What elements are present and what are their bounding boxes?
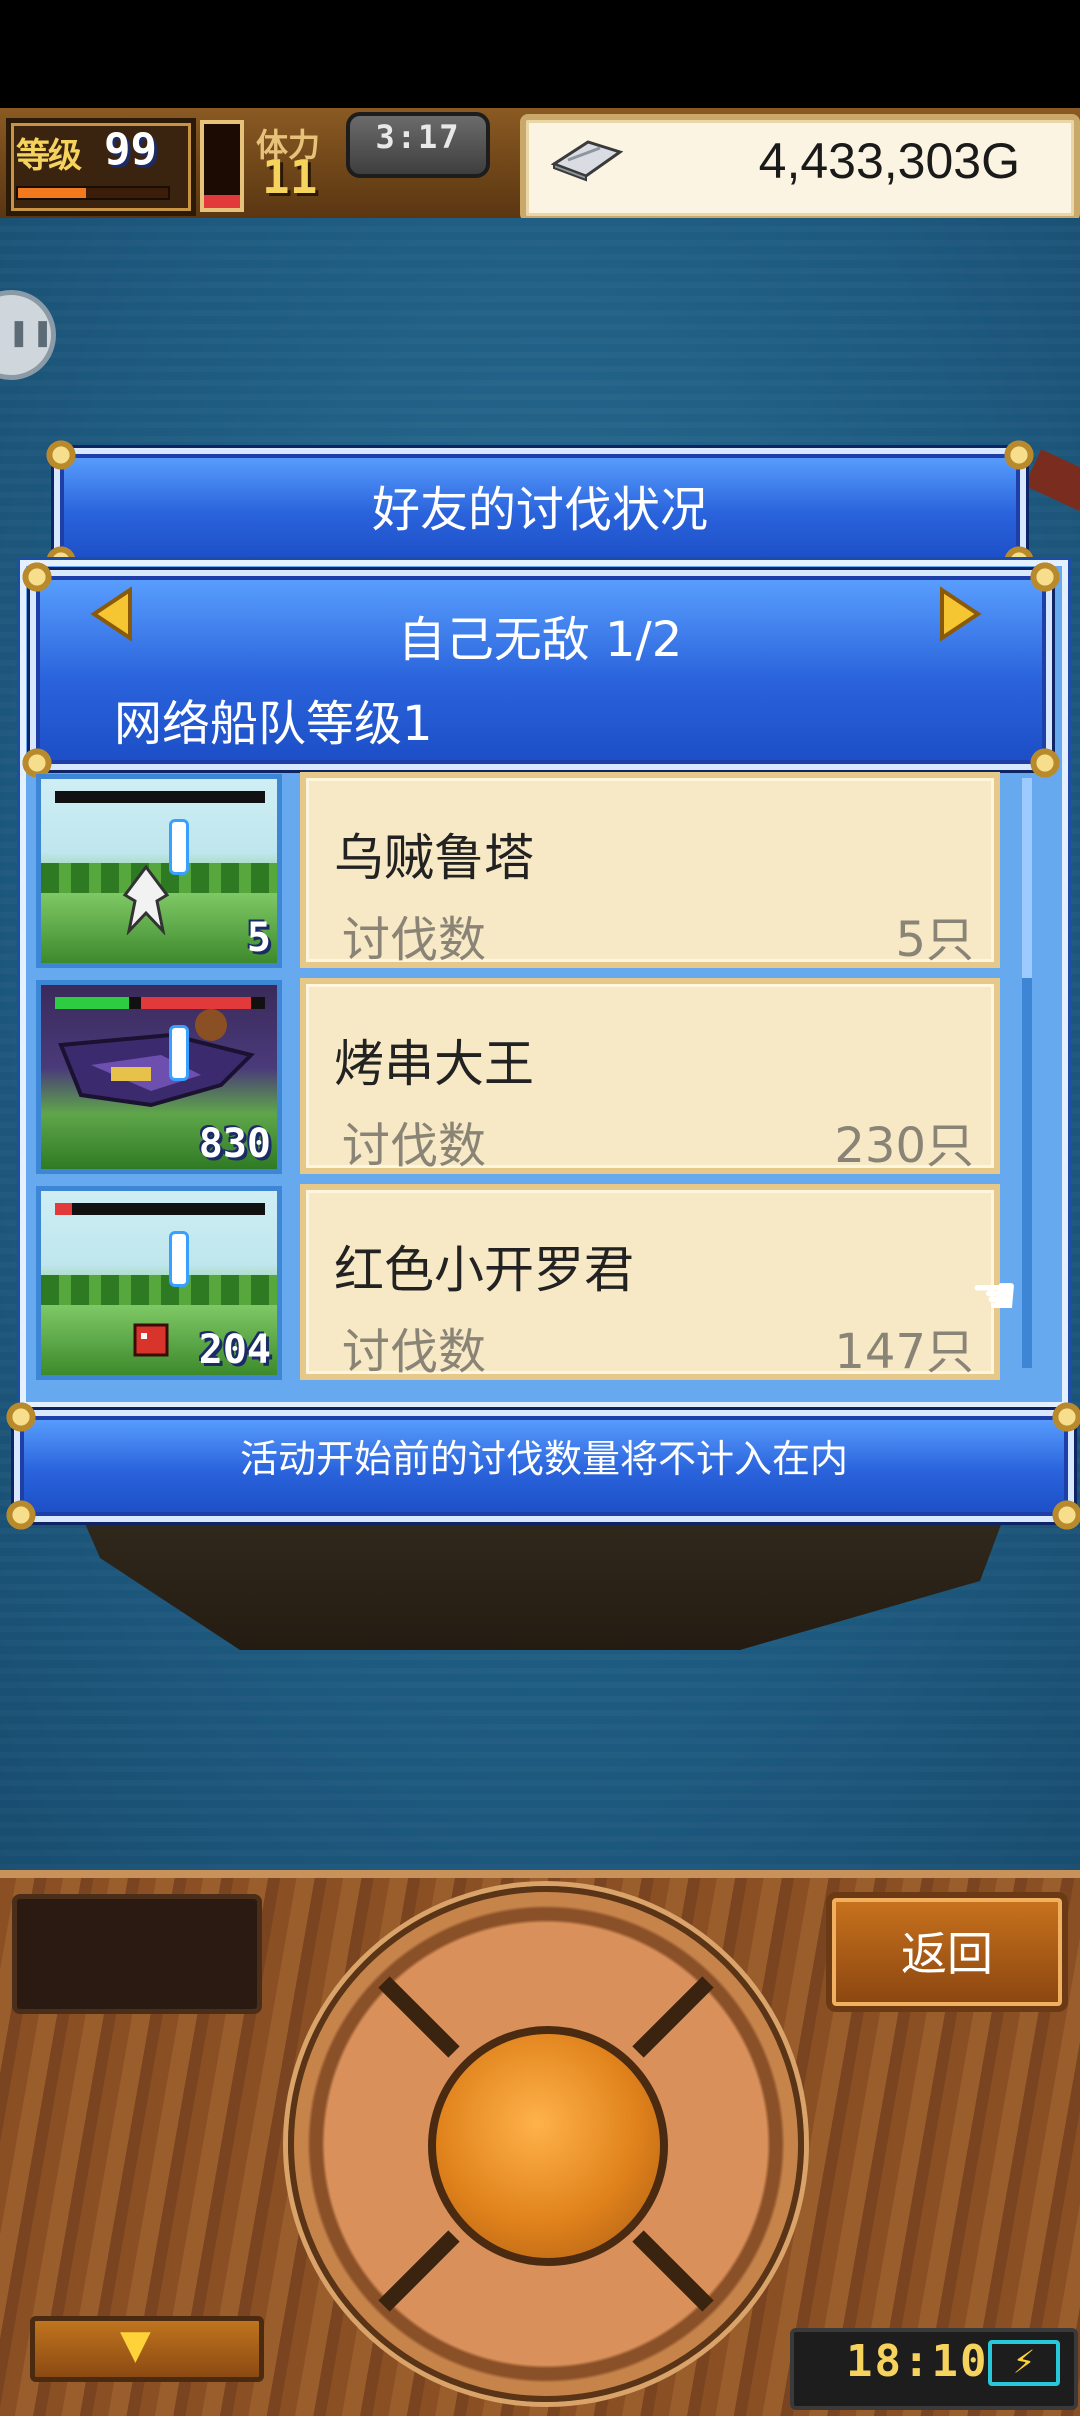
clock: 18:10 bbox=[846, 2336, 989, 2387]
pause-icon: ❚❚ bbox=[8, 318, 56, 348]
exclamation-icon bbox=[169, 1025, 189, 1081]
left-arrow-icon[interactable] bbox=[90, 586, 134, 642]
hunt-count-label: 讨伐数 bbox=[342, 1118, 487, 1174]
controller-screen bbox=[12, 1894, 262, 2014]
hunt-count-value: 5只 bbox=[895, 912, 974, 968]
back-button-label: 返回 bbox=[901, 1927, 993, 1981]
fleet-level: 网络船队等级1 bbox=[114, 696, 433, 752]
exp-bar-fill bbox=[18, 188, 86, 198]
monster-name: 乌贼鲁塔 bbox=[334, 829, 534, 887]
level-label: 等级 bbox=[16, 136, 82, 176]
hunt-count-value: 230只 bbox=[834, 1118, 974, 1174]
stamina-value: 11 bbox=[262, 150, 318, 204]
hp-bar-fill bbox=[55, 1203, 72, 1215]
right-arrow-icon[interactable] bbox=[938, 586, 982, 642]
notice-text: 活动开始前的讨伐数量将不计入在内 bbox=[239, 1437, 848, 1481]
monster-portrait: 204 bbox=[36, 1186, 282, 1380]
charging-battery-icon: ⚡ bbox=[988, 2340, 1060, 2386]
red-kairo-sprite-icon bbox=[133, 1323, 169, 1357]
portrait-count: 204 bbox=[198, 1327, 271, 1373]
category-title: 自己无敌 1/2 bbox=[397, 612, 683, 668]
exclamation-icon bbox=[169, 1231, 189, 1287]
monster-name: 烤串大王 bbox=[334, 1035, 534, 1093]
monster-name: 红色小开罗君 bbox=[334, 1241, 634, 1299]
pointing-hand-icon: ☚ bbox=[970, 1264, 1019, 1327]
level-value: 99 bbox=[104, 124, 157, 175]
dpad-center-button[interactable] bbox=[428, 2026, 668, 2266]
squid-sprite-icon bbox=[122, 865, 170, 935]
dialog-title: 好友的讨伐状况 bbox=[371, 482, 708, 538]
skewer-king-sprite-icon bbox=[58, 1009, 255, 1108]
silver-ingot-icon bbox=[550, 140, 624, 182]
stamina-gauge-fill bbox=[204, 195, 240, 208]
hunt-count-value: 147只 bbox=[834, 1324, 974, 1380]
hunt-count-label: 讨伐数 bbox=[342, 912, 487, 968]
scrollbar-thumb[interactable] bbox=[1022, 778, 1032, 978]
monster-portrait: 830 bbox=[36, 980, 282, 1174]
stamina-timer: 3:17 bbox=[375, 118, 461, 156]
down-arrow-icon: ▼ bbox=[120, 2322, 151, 2368]
portrait-count: 5 bbox=[246, 915, 271, 961]
hunt-count-label: 讨伐数 bbox=[342, 1324, 487, 1380]
portrait-count: 830 bbox=[198, 1121, 271, 1167]
status-bar bbox=[0, 0, 1080, 108]
money-amount: 4,433,303G bbox=[758, 133, 1020, 189]
monster-portrait: 5 bbox=[36, 774, 282, 968]
